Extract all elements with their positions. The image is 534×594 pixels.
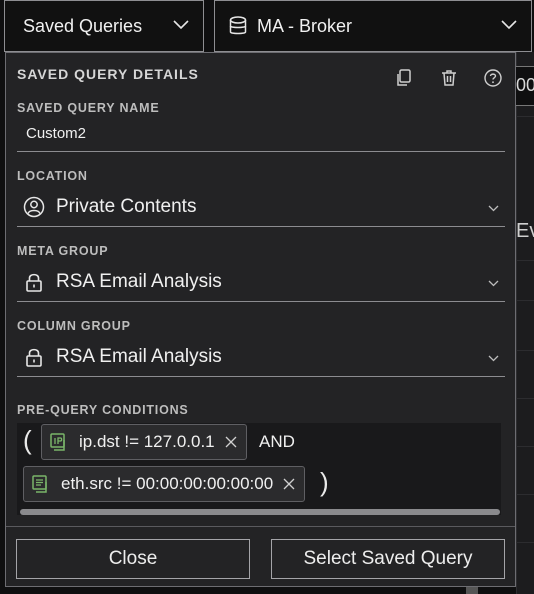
background-scrollbar[interactable] [466, 587, 478, 594]
close-button[interactable]: Close [16, 539, 250, 579]
service-label: MA - Broker [257, 15, 353, 36]
user-circle-icon [23, 196, 45, 217]
chevron-down-icon [501, 20, 517, 30]
pre-query-conditions-box[interactable]: ( ip.dst != 127.0.0.1 AND eth.src != 00:… [17, 423, 501, 515]
saved-queries-dropdown[interactable]: Saved Queries [4, 0, 204, 52]
background-row-divider [516, 350, 534, 351]
background-panel [516, 52, 534, 594]
column-group-dropdown[interactable]: RSA Email Analysis [17, 337, 505, 377]
lock-icon [26, 348, 42, 367]
remove-condition-icon[interactable] [283, 478, 295, 490]
chevron-down-icon [488, 280, 499, 287]
close-paren: ) [320, 467, 329, 497]
saved-query-name-field[interactable]: Custom2 [17, 118, 505, 152]
lock-icon [26, 273, 42, 292]
condition-text: eth.src != 00:00:00:00:00:00 [61, 474, 274, 493]
chevron-down-icon [488, 355, 499, 362]
pre-query-conditions-label: PRE-QUERY CONDITIONS [17, 403, 189, 417]
location-value: Private Contents [56, 195, 197, 217]
condition-pill[interactable]: eth.src != 00:00:00:00:00:00 [23, 466, 306, 502]
meta-group-dropdown[interactable]: RSA Email Analysis [17, 262, 505, 302]
saved-query-name-label: SAVED QUERY NAME [17, 101, 160, 115]
condition-pill[interactable]: ip.dst != 127.0.0.1 [41, 424, 247, 460]
saved-query-details-popover: SAVED QUERY DETAILS SAVED QUERY NAME Cus… [5, 52, 516, 587]
column-group-label: COLUMN GROUP [17, 319, 131, 333]
chevron-down-icon [173, 20, 189, 30]
background-row-divider [516, 446, 534, 447]
background-events-label: Ev [516, 220, 534, 242]
column-group-value: RSA Email Analysis [56, 345, 222, 367]
condition-text: ip.dst != 127.0.0.1 [79, 432, 215, 451]
select-saved-query-button[interactable]: Select Saved Query [271, 539, 505, 579]
meta-group-value: RSA Email Analysis [56, 270, 222, 292]
database-icon [229, 16, 247, 35]
background-row-divider [516, 260, 534, 261]
service-dropdown[interactable]: MA - Broker [214, 0, 532, 52]
location-label: LOCATION [17, 169, 88, 183]
ip-meta-icon [50, 433, 65, 451]
remove-condition-icon[interactable] [225, 436, 237, 448]
open-paren: ( [23, 425, 32, 455]
copy-icon[interactable] [394, 68, 414, 88]
location-dropdown[interactable]: Private Contents [17, 187, 505, 227]
background-row-divider [516, 300, 534, 301]
chevron-down-icon [488, 205, 499, 212]
conditions-horizontal-scrollbar[interactable] [20, 509, 500, 515]
condition-operator: AND [259, 432, 295, 451]
background-row-divider [516, 398, 534, 399]
background-row-divider [516, 494, 534, 495]
popover-footer: Close Select Saved Query [6, 526, 515, 586]
mac-meta-icon [32, 475, 47, 493]
trash-icon[interactable] [439, 68, 459, 88]
popover-title: SAVED QUERY DETAILS [17, 66, 199, 82]
meta-group-label: META GROUP [17, 244, 109, 258]
help-icon[interactable] [483, 68, 503, 88]
background-row-divider [516, 542, 534, 543]
background-row-divider [516, 116, 534, 117]
